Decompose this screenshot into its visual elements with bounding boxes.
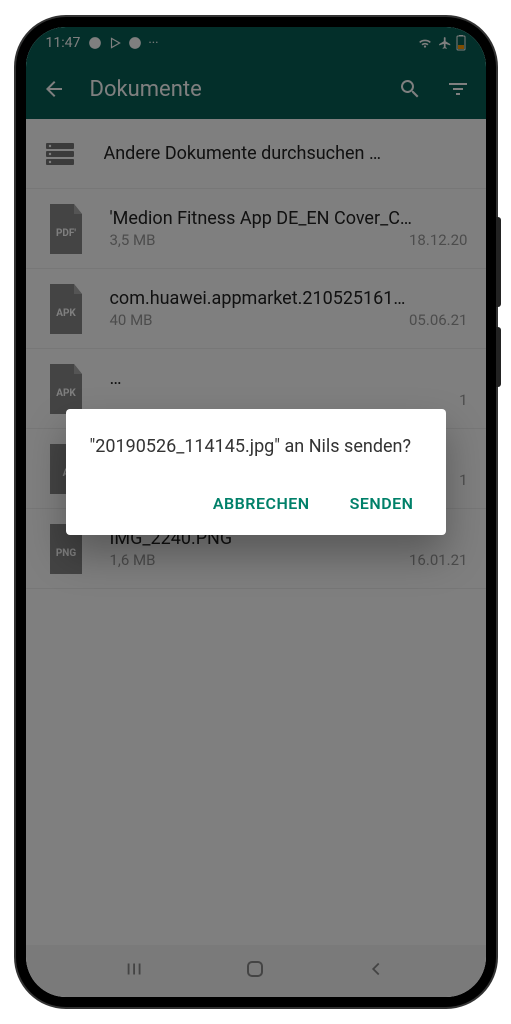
dialog-message: "20190526_114145.jpg" an Nils senden?	[90, 433, 422, 460]
dialog-actions: ABBRECHEN SENDEN	[90, 484, 422, 523]
phone-frame: 11:47 ···	[16, 17, 496, 1007]
cancel-button[interactable]: ABBRECHEN	[205, 484, 318, 523]
send-button[interactable]: SENDEN	[342, 484, 422, 523]
dialog-overlay[interactable]: "20190526_114145.jpg" an Nils senden? AB…	[26, 27, 486, 997]
send-confirm-dialog: "20190526_114145.jpg" an Nils senden? AB…	[66, 409, 446, 535]
screen: 11:47 ···	[26, 27, 486, 997]
